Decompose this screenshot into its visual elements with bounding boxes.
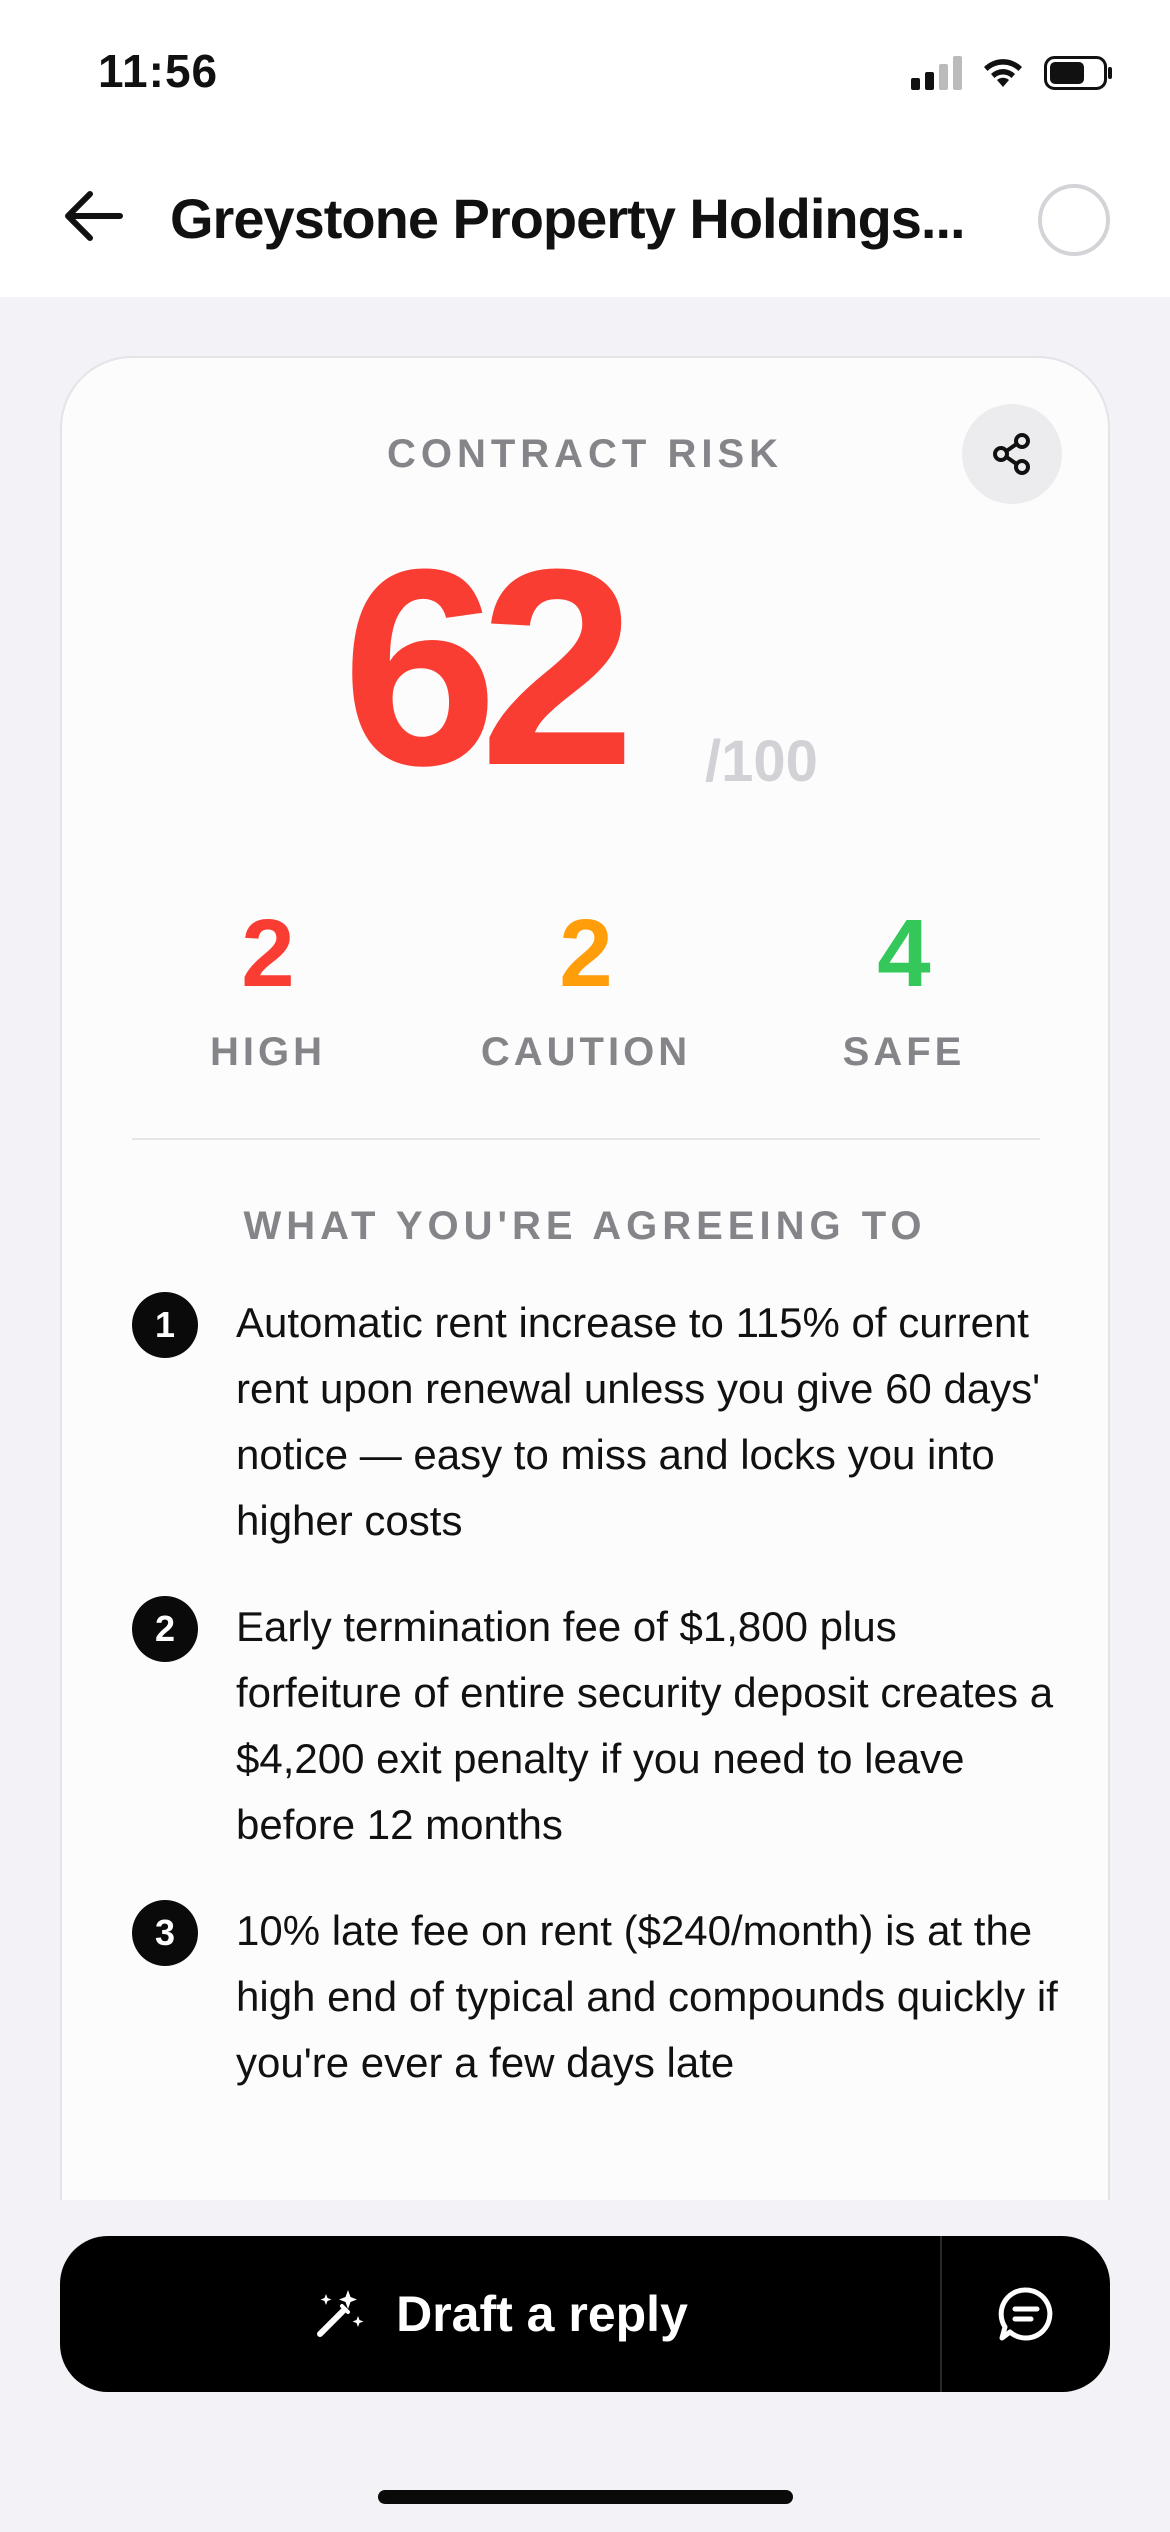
risk-score-max: /100 — [705, 729, 818, 794]
chat-bubble-icon — [998, 2287, 1053, 2341]
list-item: 2 Early termination fee of $1,800 plus f… — [132, 1594, 1072, 1858]
stat-caution: 2 CAUTION — [436, 906, 736, 1075]
back-button[interactable] — [60, 186, 130, 246]
stat-safe-count: 4 — [877, 900, 931, 1007]
stat-high: 2 HIGH — [118, 906, 418, 1075]
list-item: 1 Automatic rent increase to 115% of cur… — [132, 1290, 1072, 1554]
home-indicator — [378, 2490, 793, 2504]
draft-reply-label: Draft a reply — [396, 2286, 688, 2342]
agreement-list: 1 Automatic rent increase to 115% of cur… — [132, 1290, 1072, 2136]
status-circle-button[interactable] — [1038, 184, 1110, 256]
magic-wand-icon — [317, 2290, 364, 2337]
risk-score: 62 — [342, 512, 635, 824]
stat-safe-label: SAFE — [842, 1030, 966, 1074]
contract-risk-label: CONTRACT RISK — [386, 432, 784, 476]
item-number-badge: 3 — [132, 1900, 198, 1966]
stat-caution-count: 2 — [559, 900, 613, 1007]
stat-caution-label: CAUTION — [480, 1030, 692, 1074]
page-title: Greystone Property Holdings... — [170, 187, 966, 250]
status-time: 11:56 — [98, 45, 219, 97]
stat-safe: 4 SAFE — [754, 906, 1054, 1075]
arrow-left-icon — [65, 191, 123, 241]
action-bar: Draft a reply — [60, 2236, 1110, 2392]
item-text: Automatic rent increase to 115% of curre… — [236, 1299, 1041, 1544]
wifi-icon — [982, 57, 1024, 89]
share-icon — [993, 433, 1030, 475]
list-item: 3 10% late fee on rent ($240/month) is a… — [132, 1898, 1072, 2096]
share-button[interactable] — [962, 404, 1062, 504]
chat-button[interactable] — [942, 2236, 1110, 2392]
cellular-signal-icon — [911, 56, 962, 90]
stat-high-label: HIGH — [210, 1030, 326, 1074]
stat-high-count: 2 — [241, 900, 295, 1007]
item-text: Early termination fee of $1,800 plus for… — [236, 1603, 1054, 1848]
risk-card: CONTRACT RISK 62 /100 2 HIGH 2 CAUTION 4… — [60, 356, 1110, 2206]
item-number-badge: 2 — [132, 1596, 198, 1662]
item-number-badge: 1 — [132, 1292, 198, 1358]
divider — [132, 1138, 1040, 1140]
draft-reply-button[interactable]: Draft a reply — [60, 2236, 940, 2392]
section-title: WHAT YOU'RE AGREEING TO — [243, 1204, 927, 1248]
status-icons — [911, 56, 1114, 90]
battery-icon — [1044, 56, 1114, 90]
item-text: 10% late fee on rent ($240/month) is at … — [236, 1907, 1058, 2086]
